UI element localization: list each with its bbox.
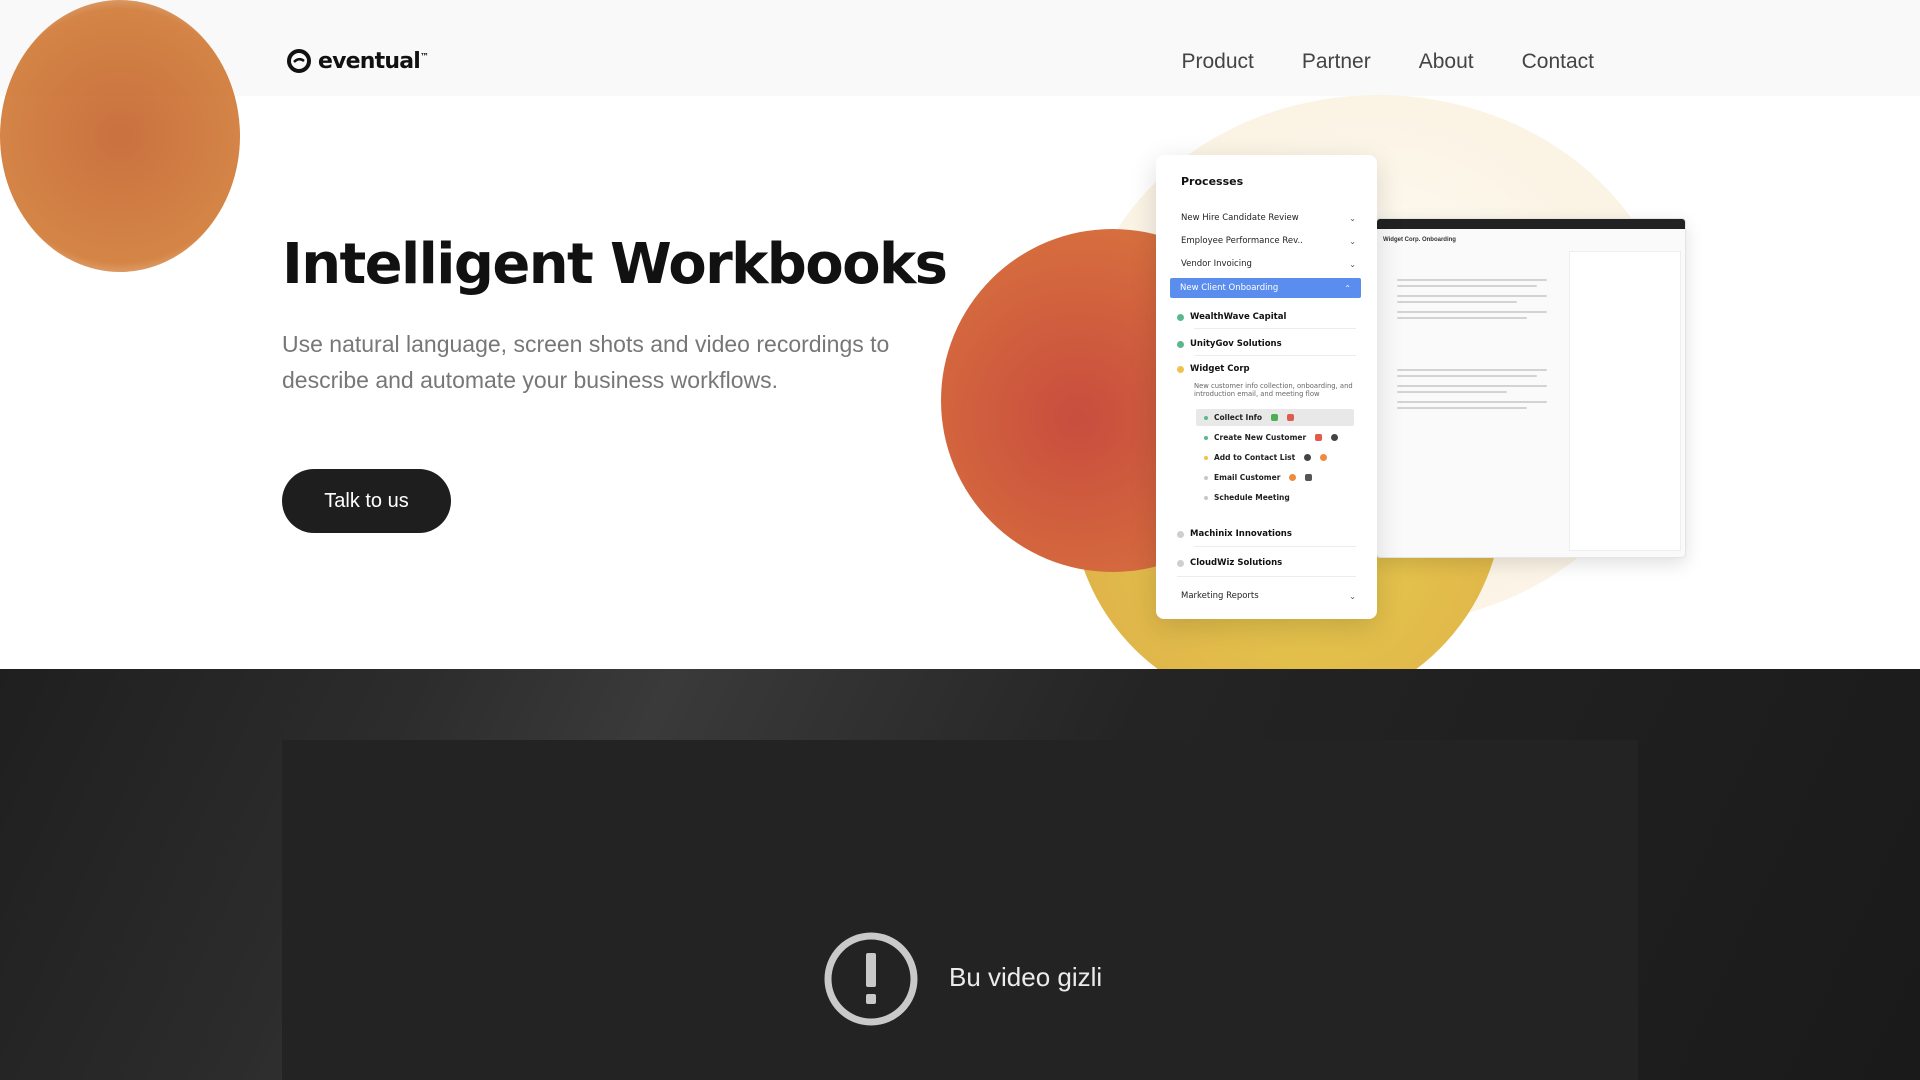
client-label: WealthWave Capital	[1190, 312, 1287, 322]
status-dot	[1204, 475, 1208, 480]
nav-product[interactable]: Product	[1181, 50, 1253, 74]
process-label: New Hire Candidate Review	[1181, 213, 1299, 223]
video-private-message: Bu video gizli	[949, 962, 1103, 992]
status-dot	[1177, 340, 1184, 348]
process-label: New Client Onboarding	[1180, 283, 1279, 293]
process-label: Employee Performance Rev..	[1181, 236, 1303, 246]
client-wealthwave[interactable]: WealthWave Capital	[1177, 312, 1356, 322]
bot-icon	[1305, 474, 1313, 481]
divider	[1194, 328, 1356, 329]
step-collect-info[interactable]: Collect Info	[1196, 409, 1354, 426]
client-unitygov[interactable]: UnityGov Solutions	[1177, 339, 1356, 349]
hubspot-icon	[1320, 454, 1328, 461]
video-player[interactable]	[282, 740, 1638, 1080]
status-dot	[1204, 435, 1208, 440]
status-dot	[1177, 530, 1184, 538]
nav-contact[interactable]: Contact	[1522, 50, 1594, 74]
client-label: CloudWiz Solutions	[1190, 558, 1283, 568]
process-label: Vendor Invoicing	[1181, 259, 1252, 269]
screenshot-titlebar	[1377, 219, 1685, 229]
processes-panel: Processes New Hire Candidate Review ⌄ Em…	[1156, 155, 1377, 619]
chevron-down-icon: ⌄	[1349, 213, 1356, 223]
workbook-title: Widget Corp. Onboarding	[1383, 237, 1456, 243]
step-create-customer[interactable]: Create New Customer	[1196, 429, 1354, 446]
brand-name: eventual™	[318, 48, 429, 74]
status-dot	[1204, 455, 1208, 460]
workbook-side-card	[1569, 251, 1681, 551]
step-label: Email Customer	[1214, 473, 1281, 482]
client-label: UnityGov Solutions	[1190, 339, 1282, 349]
main-nav: Product Partner About Contact	[1181, 50, 1594, 74]
status-dot	[1204, 495, 1208, 500]
user-icon	[1304, 454, 1312, 461]
exclamation-circle-icon	[824, 932, 918, 1026]
status-dot	[1177, 313, 1184, 321]
status-dot	[1177, 559, 1184, 567]
step-label: Add to Contact List	[1214, 453, 1296, 462]
status-dot	[1177, 365, 1184, 373]
orange-overlap	[0, 0, 240, 272]
divider	[1194, 546, 1356, 547]
chevron-down-icon: ⌄	[1349, 259, 1356, 269]
pdf-icon	[1315, 434, 1323, 441]
divider	[1194, 355, 1356, 356]
hubspot-icon	[1289, 474, 1297, 481]
divider	[1177, 576, 1356, 577]
process-row[interactable]: Vendor Invoicing ⌄	[1181, 259, 1356, 269]
step-add-contact[interactable]: Add to Contact List	[1196, 449, 1354, 466]
client-widget-corp[interactable]: Widget Corp	[1177, 364, 1356, 374]
chevron-down-icon: ⌄	[1349, 236, 1356, 246]
status-dot	[1204, 415, 1208, 420]
drive-icon	[1271, 414, 1279, 421]
client-machinix[interactable]: Machinix Innovations	[1177, 529, 1356, 539]
hero-title: Intelligent Workbooks	[282, 232, 948, 297]
process-row[interactable]: Employee Performance Rev.. ⌄	[1181, 236, 1356, 246]
step-label: Schedule Meeting	[1214, 493, 1290, 502]
talk-to-us-button[interactable]: Talk to us	[282, 469, 451, 533]
chevron-down-icon: ⌄	[1349, 591, 1356, 601]
hero-subtitle: Use natural language, screen shots and v…	[282, 331, 890, 393]
chevron-up-icon: ⌃	[1344, 283, 1351, 293]
client-cloudwiz[interactable]: CloudWiz Solutions	[1177, 558, 1356, 568]
eventual-logo-icon	[287, 49, 311, 73]
processes-title: Processes	[1181, 175, 1244, 188]
workbook-screenshot: Widget Corp. Onboarding	[1376, 218, 1686, 558]
process-row[interactable]: Marketing Reports ⌄	[1181, 591, 1356, 601]
client-label: Widget Corp	[1190, 364, 1250, 374]
nav-partner[interactable]: Partner	[1302, 50, 1371, 74]
brand-logo[interactable]: eventual™	[286, 48, 429, 74]
step-email-customer[interactable]: Email Customer	[1196, 469, 1354, 486]
site-header: eventual™ Product Partner About Contact	[0, 0, 1920, 96]
step-label: Create New Customer	[1214, 433, 1307, 442]
process-label: Marketing Reports	[1181, 591, 1259, 601]
process-row-active[interactable]: New Client Onboarding ⌃	[1170, 278, 1361, 298]
client-label: Machinix Innovations	[1190, 529, 1292, 539]
user-icon	[1331, 434, 1339, 441]
step-label: Collect Info	[1214, 413, 1263, 422]
step-schedule-meeting[interactable]: Schedule Meeting	[1196, 489, 1354, 506]
nav-about[interactable]: About	[1419, 50, 1474, 74]
process-row[interactable]: New Hire Candidate Review ⌄	[1181, 213, 1356, 223]
pdf-icon	[1287, 414, 1295, 421]
client-description: New customer info collection, onboarding…	[1194, 382, 1353, 398]
